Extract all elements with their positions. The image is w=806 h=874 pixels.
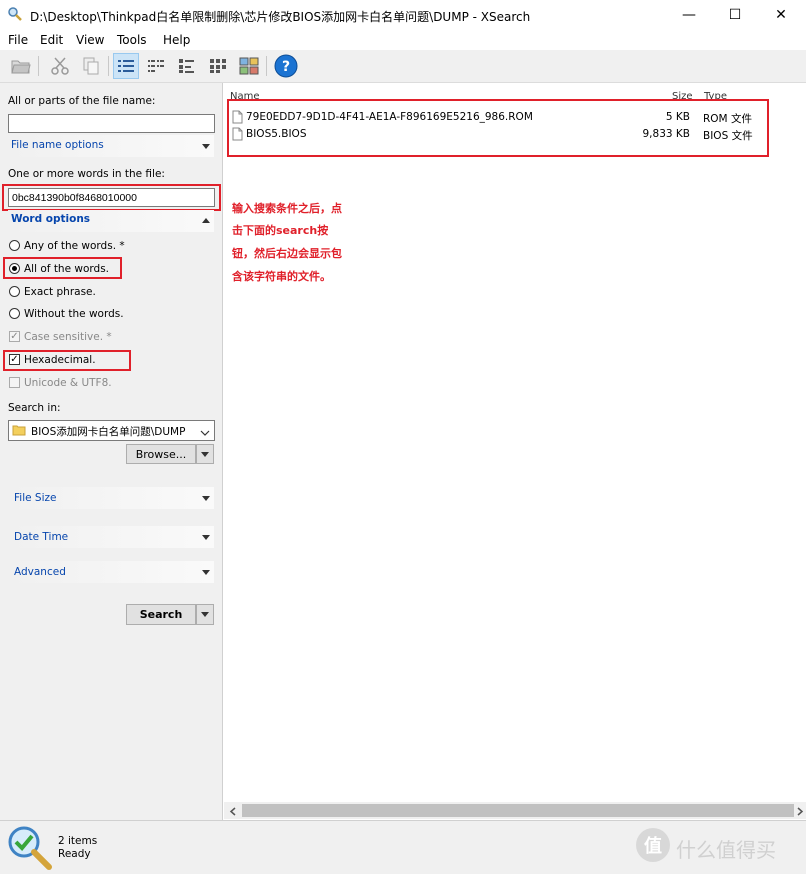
- chevron-down-icon[interactable]: [202, 570, 210, 575]
- help-icon[interactable]: ?: [273, 53, 299, 79]
- radio-exact-phrase[interactable]: [9, 286, 20, 297]
- chevron-down-icon[interactable]: [200, 427, 210, 440]
- thumbnails-view-icon[interactable]: [236, 53, 262, 79]
- radio-any-words[interactable]: [9, 240, 20, 251]
- watermark-text: 什么值得买: [676, 838, 776, 862]
- filename-input[interactable]: [8, 114, 215, 133]
- search-in-value: BIOS添加网卡白名单问题\DUMP: [31, 426, 186, 438]
- status-item-count: 2 items: [58, 835, 98, 847]
- checkbox-case-sensitive[interactable]: ✓: [9, 331, 20, 342]
- chevron-down-icon: [201, 451, 209, 457]
- status-ready: Ready: [58, 848, 91, 860]
- filename-options-link[interactable]: File name options: [11, 139, 104, 151]
- annotation-line-2: 击下面的search按: [232, 224, 329, 237]
- file-size-link[interactable]: File Size: [14, 492, 56, 504]
- toolbar-separator: [108, 56, 109, 76]
- chevron-down-icon[interactable]: [202, 496, 210, 501]
- search-in-label: Search in:: [8, 402, 61, 414]
- annotation-line-3: 钮，然后右边会显示包: [232, 247, 342, 260]
- menu-help[interactable]: Help: [163, 33, 190, 47]
- toolbar-separator: [38, 56, 39, 76]
- highlight-box-hexadecimal: [3, 350, 131, 371]
- browse-dropdown-button[interactable]: [196, 444, 214, 464]
- search-in-select[interactable]: BIOS添加网卡白名单问题\DUMP: [8, 420, 215, 441]
- browse-button[interactable]: Browse...: [126, 444, 196, 464]
- window-title: D:\Desktop\Thinkpad白名单限制删除\芯片修改BIOS添加网卡白…: [30, 10, 531, 24]
- magnifier-app-icon: [8, 7, 22, 21]
- minimize-button[interactable]: —: [666, 0, 712, 30]
- checkbox-unicode[interactable]: [9, 377, 20, 388]
- highlight-box-results: [227, 99, 769, 157]
- menu-file[interactable]: File: [8, 33, 28, 47]
- menu-edit[interactable]: Edit: [40, 33, 63, 47]
- svg-text:?: ?: [282, 59, 290, 75]
- radio-without-words[interactable]: [9, 308, 20, 319]
- chevron-down-icon[interactable]: [202, 535, 210, 540]
- radio-any-words-label[interactable]: Any of the words. *: [24, 240, 125, 252]
- toolbar-separator: [266, 56, 267, 76]
- menu-tools[interactable]: Tools: [117, 33, 147, 47]
- cut-icon[interactable]: [47, 53, 73, 79]
- highlight-box-words: [2, 184, 221, 211]
- chevron-down-icon[interactable]: [202, 144, 210, 149]
- search-dropdown-button[interactable]: [196, 604, 214, 625]
- chevron-up-icon[interactable]: [202, 218, 210, 223]
- scrollbar-thumb[interactable]: [242, 804, 794, 817]
- copy-icon[interactable]: [78, 53, 104, 79]
- close-button[interactable]: ✕: [758, 0, 804, 30]
- search-button[interactable]: Search: [126, 604, 196, 625]
- chevron-down-icon: [201, 612, 209, 617]
- radio-without-words-label[interactable]: Without the words.: [24, 308, 124, 320]
- details-view-icon[interactable]: [113, 53, 139, 79]
- annotation-line-1: 输入搜索条件之后，点: [232, 202, 342, 215]
- case-sensitive-label: Case sensitive. *: [24, 331, 112, 343]
- scroll-left-icon[interactable]: [229, 806, 237, 819]
- large-icons-view-icon[interactable]: [205, 53, 231, 79]
- unicode-label: Unicode & UTF8.: [24, 377, 112, 389]
- folder-icon: [12, 423, 26, 440]
- annotation-line-4: 含该字符串的文件。: [232, 270, 331, 283]
- search-magnifier-icon: [5, 823, 53, 874]
- date-time-link[interactable]: Date Time: [14, 531, 68, 543]
- word-options-link[interactable]: Word options: [11, 213, 90, 225]
- open-folder-icon[interactable]: [8, 53, 34, 79]
- menu-view[interactable]: View: [76, 33, 104, 47]
- radio-exact-phrase-label[interactable]: Exact phrase.: [24, 286, 96, 298]
- maximize-button[interactable]: ☐: [712, 0, 758, 30]
- words-label: One or more words in the file:: [8, 168, 165, 180]
- scroll-right-icon[interactable]: [796, 806, 804, 819]
- advanced-link[interactable]: Advanced: [14, 566, 66, 578]
- list-view-icon[interactable]: [143, 53, 169, 79]
- highlight-box-all-words: [3, 257, 122, 279]
- watermark-logo: 值: [636, 828, 670, 862]
- filename-label: All or parts of the file name:: [8, 95, 156, 107]
- small-icons-view-icon[interactable]: [174, 53, 200, 79]
